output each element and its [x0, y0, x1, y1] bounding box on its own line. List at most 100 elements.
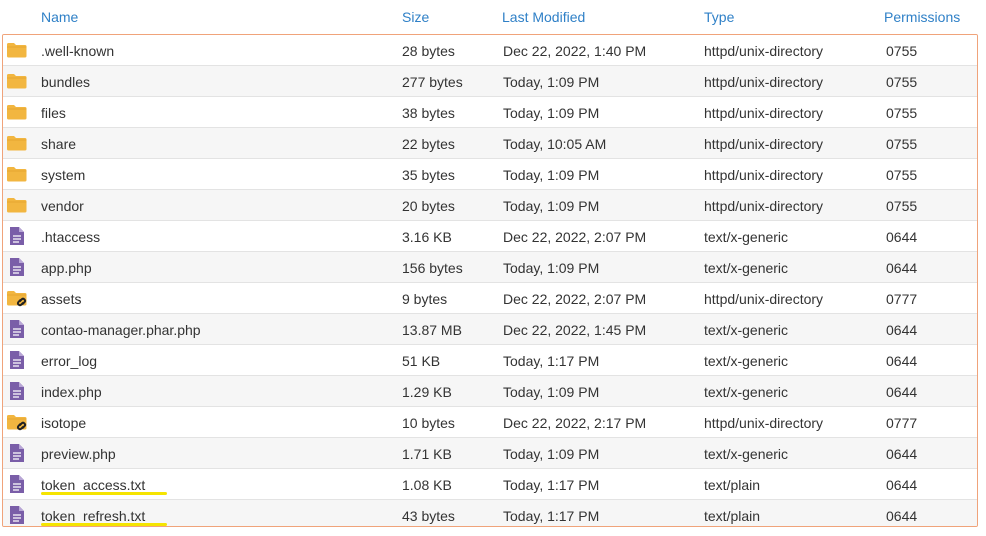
file-last-modified: Dec 22, 2022, 2:07 PM	[503, 291, 647, 307]
file-permissions[interactable]: 0644	[886, 446, 917, 462]
file-permissions[interactable]: 0755	[886, 105, 917, 121]
file-last-modified: Today, 1:17 PM	[503, 477, 600, 493]
file-name[interactable]: share	[41, 136, 76, 152]
file-size: 277 bytes	[402, 74, 463, 90]
file-icon	[6, 226, 28, 246]
file-name[interactable]: error_log	[41, 353, 97, 369]
file-permissions[interactable]: 0755	[886, 136, 917, 152]
file-type: text/x-generic	[704, 353, 789, 369]
folder-icon	[6, 195, 28, 215]
file-last-modified: Today, 10:05 AM	[503, 136, 607, 152]
file-size: 38 bytes	[402, 105, 455, 121]
column-header-last-modified[interactable]: Last Modified	[502, 9, 585, 25]
folder-icon	[6, 164, 28, 184]
file-permissions[interactable]: 0644	[886, 384, 917, 400]
file-name[interactable]: preview.php	[41, 446, 116, 462]
file-last-modified: Dec 22, 2022, 1:45 PM	[503, 322, 647, 338]
file-type: httpd/unix-directory	[704, 167, 824, 183]
folder-icon	[6, 40, 28, 60]
table-row[interactable]: preview.php 1.71 KB Today, 1:09 PM text/x-g…	[3, 438, 977, 469]
file-size: 13.87 MB	[402, 322, 462, 338]
file-permissions[interactable]: 0644	[886, 477, 917, 493]
file-last-modified: Today, 1:09 PM	[503, 167, 600, 183]
file-permissions[interactable]: 0755	[886, 43, 917, 59]
file-permissions[interactable]: 0755	[886, 74, 917, 90]
table-row[interactable]: bundles 277 bytes Today, 1:09 PM httpd/unix…	[3, 66, 977, 97]
file-type: httpd/unix-directory	[704, 415, 824, 431]
table-row[interactable]: .well-known 28 bytes Dec 22, 2022, 1:40 PM…	[3, 35, 977, 66]
file-name[interactable]: app.php	[41, 260, 92, 276]
file-permissions[interactable]: 0777	[886, 415, 917, 431]
file-size: 1.08 KB	[402, 477, 452, 493]
file-type: text/plain	[704, 508, 761, 524]
file-size: 51 KB	[402, 353, 441, 369]
file-name[interactable]: bundles	[41, 74, 90, 90]
file-type: text/x-generic	[704, 322, 789, 338]
table-row[interactable]: .htaccess 3.16 KB Dec 22, 2022, 2:07 PM tex…	[3, 221, 977, 252]
file-last-modified: Today, 1:09 PM	[503, 198, 600, 214]
file-name[interactable]: token_access.txt	[41, 477, 145, 493]
file-last-modified: Dec 22, 2022, 2:17 PM	[503, 415, 647, 431]
file-size: 35 bytes	[402, 167, 455, 183]
table-row[interactable]: error_log 51 KB Today, 1:17 PM text/x-gener…	[3, 345, 977, 376]
file-size: 22 bytes	[402, 136, 455, 152]
file-name[interactable]: system	[41, 167, 85, 183]
file-icon	[6, 350, 28, 370]
file-type: text/plain	[704, 477, 761, 493]
file-name[interactable]: vendor	[41, 198, 84, 214]
file-type: text/x-generic	[704, 384, 789, 400]
file-permissions[interactable]: 0644	[886, 229, 917, 245]
file-last-modified: Today, 1:17 PM	[503, 508, 600, 524]
file-size: 10 bytes	[402, 415, 455, 431]
table-row[interactable]: contao-manager.phar.php 13.87 MB Dec 22, 2…	[3, 314, 977, 345]
file-icon	[6, 257, 28, 277]
file-name[interactable]: assets	[41, 291, 81, 307]
table-row[interactable]: index.php 1.29 KB Today, 1:09 PM text/x-gen…	[3, 376, 977, 407]
table-row[interactable]: vendor 20 bytes Today, 1:09 PM httpd/unix-d…	[3, 190, 977, 221]
file-name[interactable]: token_refresh.txt	[41, 508, 145, 524]
file-last-modified: Today, 1:09 PM	[503, 105, 600, 121]
table-row[interactable]: assets 9 bytes Dec 22, 2022, 2:07 PM httpd/…	[3, 283, 977, 314]
file-type: httpd/unix-directory	[704, 105, 824, 121]
file-name[interactable]: .well-known	[41, 43, 114, 59]
file-size: 1.71 KB	[402, 446, 452, 462]
file-permissions[interactable]: 0755	[886, 198, 917, 214]
table-row[interactable]: token_access.txt 1.08 KB Today, 1:17 PM tex…	[3, 469, 977, 500]
file-name[interactable]: index.php	[41, 384, 102, 400]
file-name[interactable]: isotope	[41, 415, 86, 431]
column-header-type[interactable]: Type	[704, 9, 734, 25]
file-size: 20 bytes	[402, 198, 455, 214]
file-permissions[interactable]: 0644	[886, 260, 917, 276]
table-row[interactable]: system 35 bytes Today, 1:09 PM httpd/unix-d…	[3, 159, 977, 190]
table-header: Name Size Last Modified Type Permissions	[0, 0, 986, 34]
file-type: text/x-generic	[704, 446, 789, 462]
file-permissions[interactable]: 0644	[886, 353, 917, 369]
file-icon	[6, 474, 28, 494]
table-row[interactable]: files 38 bytes Today, 1:09 PM httpd/unix-di…	[3, 97, 977, 128]
table-row[interactable]: app.php 156 bytes Today, 1:09 PM text/x-gen…	[3, 252, 977, 283]
file-last-modified: Today, 1:09 PM	[503, 260, 600, 276]
file-size: 156 bytes	[402, 260, 463, 276]
file-type: httpd/unix-directory	[704, 136, 824, 152]
file-permissions[interactable]: 0777	[886, 291, 917, 307]
file-type: httpd/unix-directory	[704, 43, 824, 59]
table-row[interactable]: token_refresh.txt 43 bytes Today, 1:17 PM t…	[3, 500, 977, 526]
file-name[interactable]: files	[41, 105, 66, 121]
file-icon	[6, 443, 28, 463]
table-row[interactable]: share 22 bytes Today, 10:05 AM httpd/unix-d…	[3, 128, 977, 159]
file-icon	[6, 319, 28, 339]
file-name[interactable]: contao-manager.phar.php	[41, 322, 201, 338]
folder-icon	[6, 102, 28, 122]
file-name[interactable]: .htaccess	[41, 229, 100, 245]
column-header-size[interactable]: Size	[402, 9, 429, 25]
file-permissions[interactable]: 0644	[886, 508, 917, 524]
column-header-permissions[interactable]: Permissions	[884, 9, 960, 25]
file-icon	[6, 381, 28, 401]
column-header-name[interactable]: Name	[41, 9, 78, 25]
folder-icon	[6, 71, 28, 91]
file-permissions[interactable]: 0755	[886, 167, 917, 183]
table-row[interactable]: isotope 10 bytes Dec 22, 2022, 2:17 PM http…	[3, 407, 977, 438]
file-size: 9 bytes	[402, 291, 448, 307]
file-permissions[interactable]: 0644	[886, 322, 917, 338]
file-type: httpd/unix-directory	[704, 74, 824, 90]
